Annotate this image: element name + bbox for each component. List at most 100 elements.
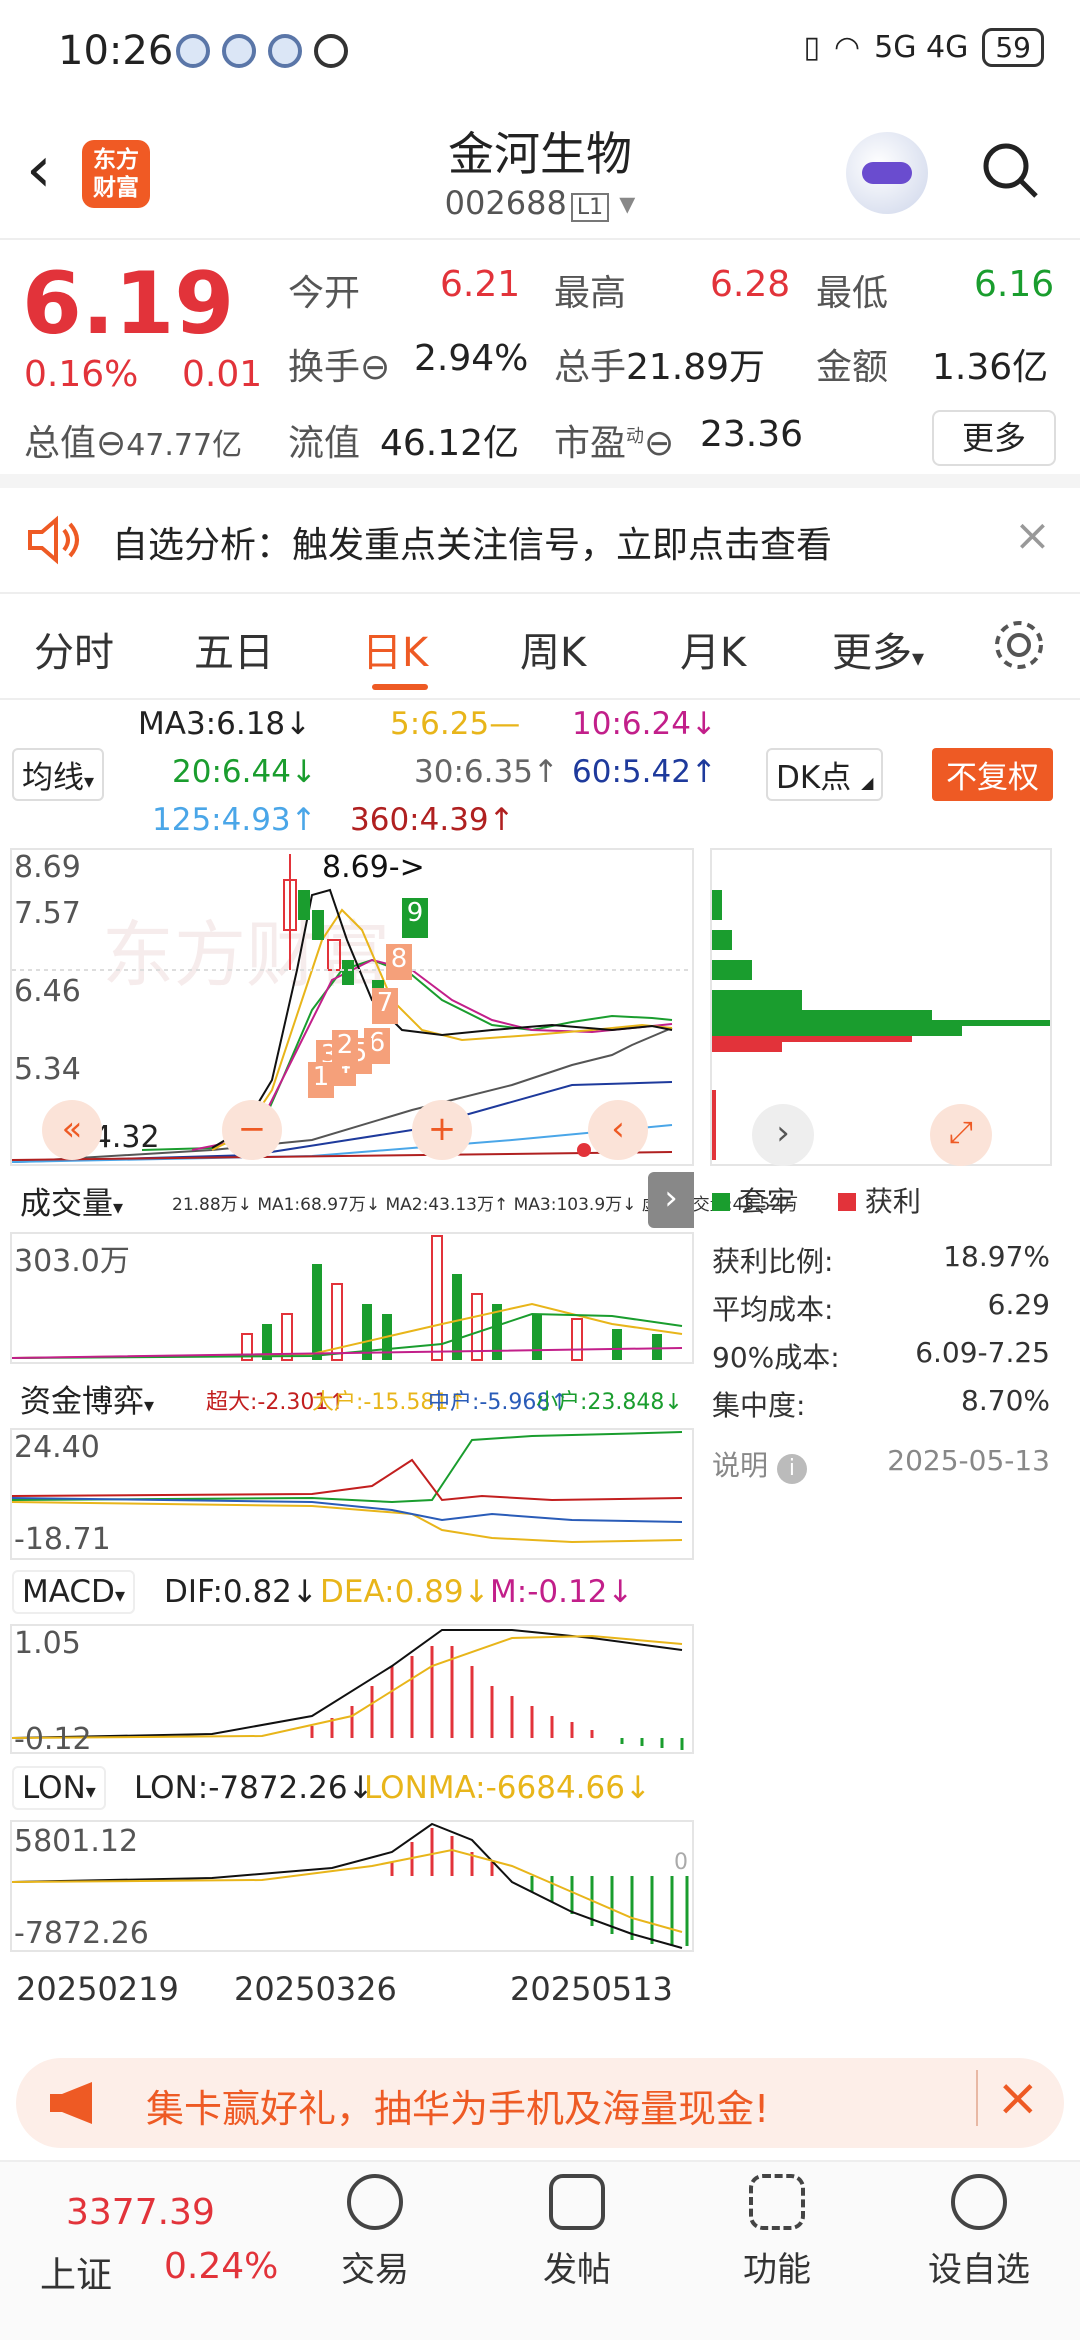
status-time: 10:26: [58, 28, 174, 74]
lon-value: LON:-7872.26↓: [134, 1770, 374, 1806]
y-axis-tick: 1.05: [14, 1626, 81, 1661]
low-label: 最低: [816, 273, 889, 314]
avg-cost-label: 平均成本:: [712, 1293, 834, 1326]
battery-icon: 59: [982, 28, 1044, 67]
tab-more[interactable]: 更多▾: [832, 620, 924, 678]
bottom-nav: 3377.39 上证 0.24% 交易 发帖 功能 设自选: [0, 2160, 1080, 2340]
tab-weekly-k[interactable]: 周K: [520, 620, 586, 678]
macd-dif: DIF:0.82↓: [164, 1574, 318, 1610]
chip-next-icon[interactable]: ›: [752, 1104, 814, 1166]
volume-ma-values: 21.88万↓ MA1:68.97万↓ MA2:43.13万↑ MA3:103.…: [172, 1195, 799, 1215]
promo-banner[interactable]: 集卡赢好礼，抽华为手机及海量现金! ×: [16, 2058, 1064, 2148]
chip-distribution-chart[interactable]: › ⤢: [710, 848, 1052, 1166]
volume-chart[interactable]: 303.0万: [10, 1232, 694, 1364]
period-tabs: 分时 五日 日K 周K 月K 更多▾: [0, 596, 1080, 700]
mktcap-label[interactable]: 总值⊖47.77亿: [24, 414, 242, 466]
scroll-left-fast-icon[interactable]: «: [42, 1100, 102, 1160]
search-icon[interactable]: [980, 140, 1040, 200]
ma20-value: 20:6.44↓: [172, 754, 317, 790]
last-price: 6.19: [22, 254, 235, 354]
trade-button[interactable]: 交易: [310, 2174, 440, 2291]
high-label: 最高: [554, 273, 627, 314]
ma30-value: 30:6.35↑: [414, 754, 559, 790]
open-label: 今开: [288, 273, 361, 314]
adjustment-button[interactable]: 不复权: [932, 748, 1053, 801]
x-axis-tick: 20250326: [234, 1970, 397, 2008]
y-axis-tick: 303.0万: [14, 1244, 130, 1279]
concentration-value: 8.70%: [961, 1384, 1050, 1417]
scroll-left-icon[interactable]: ‹: [588, 1100, 648, 1160]
change-amount: 0.01: [182, 354, 263, 395]
volume-selector[interactable]: 成交量▾: [12, 1176, 132, 1225]
post-button[interactable]: 发帖: [512, 2174, 642, 2291]
peak-marker: 8.69->: [322, 850, 425, 885]
quote-panel: 6.19 0.16% 0.01 总值⊖47.77亿 今开 6.21 最高 6.2…: [0, 240, 1080, 488]
index-value[interactable]: 3377.39: [66, 2192, 215, 2233]
ma60-value: 60:5.42↑: [572, 754, 717, 790]
speaker-icon: [28, 515, 79, 565]
lon-selector[interactable]: LON▾: [12, 1766, 106, 1810]
low-value: 6.16: [974, 264, 1055, 305]
open-value: 6.21: [440, 264, 521, 305]
fullscreen-icon[interactable]: ⤢: [930, 1104, 992, 1166]
zoom-in-icon[interactable]: +: [412, 1100, 472, 1160]
banner-text: 集卡赢好礼，抽华为手机及海量现金!: [146, 2087, 770, 2131]
add-watchlist-button[interactable]: 设自选: [914, 2174, 1044, 2291]
vibrate-icon: ▯: [803, 30, 820, 65]
analysis-notice[interactable]: 自选分析：触发重点关注信号，立即点击查看 ×: [0, 488, 1080, 594]
close-icon[interactable]: ×: [976, 2070, 1040, 2126]
zoom-out-icon[interactable]: −: [222, 1100, 282, 1160]
grid-icon: [749, 2174, 805, 2230]
pe-label[interactable]: 市盈动⊖: [554, 414, 674, 466]
x-axis-tick: 20250513: [510, 1970, 673, 2008]
ma125-value: 125:4.93↑: [152, 802, 317, 838]
features-button[interactable]: 功能: [712, 2174, 842, 2291]
tab-five-day[interactable]: 五日: [194, 620, 274, 678]
float-value: 46.12亿: [380, 423, 520, 464]
edit-icon: [549, 2174, 605, 2230]
float-label: 流值: [288, 423, 361, 464]
y-axis-tick: 5.34: [14, 1052, 81, 1087]
macd-selector[interactable]: MACD▾: [12, 1570, 135, 1614]
app-notification-icon: [222, 34, 256, 68]
signal-badge: 7: [372, 988, 398, 1024]
ma10-value: 10:6.24↓: [572, 706, 717, 742]
y-axis-tick: 6.46: [14, 974, 81, 1009]
capital-chart[interactable]: 24.40 -18.71: [10, 1428, 694, 1560]
chip-date: 2025-05-13: [887, 1444, 1050, 1477]
active-tab-indicator: [372, 684, 428, 690]
assistant-avatar[interactable]: [846, 132, 928, 214]
concentration-label: 集中度:: [712, 1389, 806, 1422]
more-dots-icon: [951, 2174, 1007, 2230]
close-icon[interactable]: ×: [1014, 510, 1051, 561]
tab-monthly-k[interactable]: 月K: [680, 620, 746, 678]
amount-label: 金额: [816, 347, 889, 388]
expand-panel-icon[interactable]: ›: [648, 1172, 694, 1228]
app-notification-icon: [176, 34, 210, 68]
x-axis-tick: 20250219: [16, 1970, 179, 2008]
capital-small: 小户:23.848↓: [536, 1390, 683, 1415]
more-quote-button[interactable]: 更多: [932, 410, 1056, 466]
ma5-value: 5:6.25—: [390, 706, 521, 742]
turnover-value: 2.94%: [414, 338, 529, 379]
y-axis-tick: -18.71: [14, 1522, 111, 1557]
turnover-label[interactable]: 换手⊖: [288, 338, 390, 390]
tab-intraday[interactable]: 分时: [34, 620, 114, 678]
ma-selector[interactable]: 均线▾: [12, 748, 105, 801]
chip-help[interactable]: 说明 i: [712, 1444, 807, 1484]
status-bar: 10:26 ▯ ◠ 5G 4G 59: [0, 0, 1080, 100]
volume-label: 总手: [554, 347, 627, 388]
macd-chart[interactable]: 1.05 -0.12: [10, 1624, 694, 1757]
signal-badge: 2: [332, 1030, 358, 1066]
lon-chart[interactable]: 5801.12 -7872.26 0: [10, 1820, 694, 1952]
yen-icon: [347, 2174, 403, 2230]
capital-selector[interactable]: 资金博弈▾: [12, 1374, 163, 1423]
index-name[interactable]: 上证: [40, 2246, 112, 2298]
tab-daily-k[interactable]: 日K: [362, 620, 428, 678]
y-axis-tick: 24.40: [14, 1430, 100, 1465]
macd-m: M:-0.12↓: [490, 1574, 634, 1610]
settings-gear-icon[interactable]: [990, 616, 1048, 674]
app-notification-icon: [268, 34, 302, 68]
dk-point-selector[interactable]: DK点 ◢: [766, 748, 884, 801]
kline-chart[interactable]: 东方财富 8.69 7.57 6.46 5.34 <--4.32 8.69-> …: [10, 848, 694, 1166]
